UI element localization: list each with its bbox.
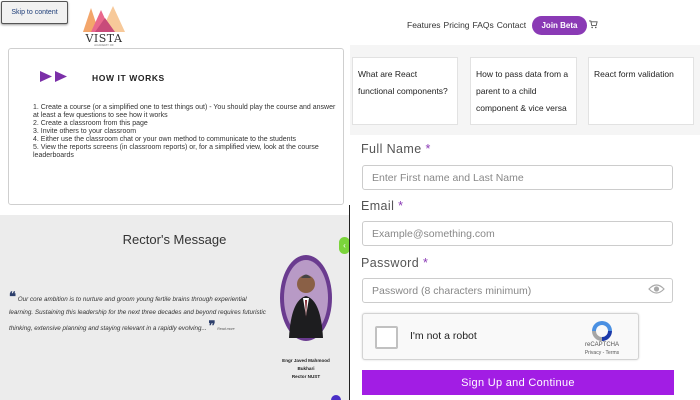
email-field[interactable]: Example@something.com xyxy=(362,221,673,246)
recaptcha-icon xyxy=(592,321,612,341)
password-field[interactable]: Password (8 characters minimum) xyxy=(362,278,673,303)
how-it-works-title: HOW IT WORKS xyxy=(92,73,165,83)
rector-title-line: Rector NUST xyxy=(291,374,321,379)
cart-icon[interactable] xyxy=(589,20,598,29)
step-item: 4. Either use the classroom chat or your… xyxy=(33,136,297,143)
eye-icon[interactable] xyxy=(648,283,665,295)
nav-features[interactable]: Features xyxy=(407,20,441,30)
email-label-text: Email xyxy=(361,199,395,213)
scroll-indicator-dot[interactable] xyxy=(331,395,341,400)
email-label: Email * xyxy=(361,199,403,213)
recaptcha-links[interactable]: Privacy - Terms xyxy=(573,350,631,356)
related-card[interactable]: React form validation xyxy=(588,57,694,125)
password-label: Password * xyxy=(361,256,428,270)
step-item: 1. Create a course (or a simplified one … xyxy=(33,104,336,119)
nav-pricing[interactable]: Pricing xyxy=(444,20,470,30)
how-it-works-steps: 1. Create a course (or a simplified one … xyxy=(33,104,338,160)
required-mark: * xyxy=(422,256,429,270)
skip-to-content-link[interactable]: Skip to content xyxy=(1,1,68,24)
required-mark: * xyxy=(425,142,431,156)
nav-contact[interactable]: Contact xyxy=(497,20,526,30)
rector-message-title: Rector's Message xyxy=(122,232,227,247)
nav-faqs[interactable]: FAQs xyxy=(473,20,494,30)
step-item: 5. View the reports screens (in classroo… xyxy=(33,144,319,159)
full-name-field[interactable]: Enter First name and Last Name xyxy=(362,165,673,190)
related-card[interactable]: What are React functional components? xyxy=(352,57,458,125)
join-beta-button[interactable]: Join Beta xyxy=(532,16,587,35)
sign-up-button[interactable]: Sign Up and Continue xyxy=(362,370,674,395)
main-nav: Features Pricing FAQs Contact xyxy=(407,20,526,30)
how-it-works-card: HOW IT WORKS 1. Create a course (or a si… xyxy=(8,48,344,205)
recaptcha-widget: I'm not a robot reCAPTCHA Privacy - Term… xyxy=(362,313,639,360)
full-name-label-text: Full Name xyxy=(361,142,422,156)
open-quote-icon: ❝ xyxy=(9,289,16,304)
close-quote-icon: ❞ xyxy=(208,318,216,333)
rector-name: Engr Javed Mahmood Bukhari Rector NUST xyxy=(273,357,339,381)
recaptcha-brand: reCAPTCHA xyxy=(584,342,619,348)
related-card[interactable]: How to pass data from a parent to a chil… xyxy=(470,57,577,125)
required-mark: * xyxy=(398,199,404,213)
rector-portrait xyxy=(280,255,332,341)
quote-read-more[interactable]: Read more xyxy=(217,327,234,331)
password-label-text: Password xyxy=(361,256,420,270)
recaptcha-checkbox[interactable] xyxy=(375,326,398,349)
page: Skip to content VISTA ACADEMY OF TECHNOL… xyxy=(0,0,700,400)
rector-name-line: Engr Javed Mahmood Bukhari xyxy=(282,358,330,371)
recaptcha-label: I'm not a robot xyxy=(410,330,477,342)
step-item: 3. Invite others to your classroom xyxy=(33,128,137,135)
double-arrow-icon xyxy=(40,71,67,82)
step-item: 2. Create a classroom from this page xyxy=(33,120,148,127)
rector-quote: ❝ Our core ambition is to nurture and gr… xyxy=(9,290,271,336)
full-name-label: Full Name * xyxy=(361,142,431,156)
